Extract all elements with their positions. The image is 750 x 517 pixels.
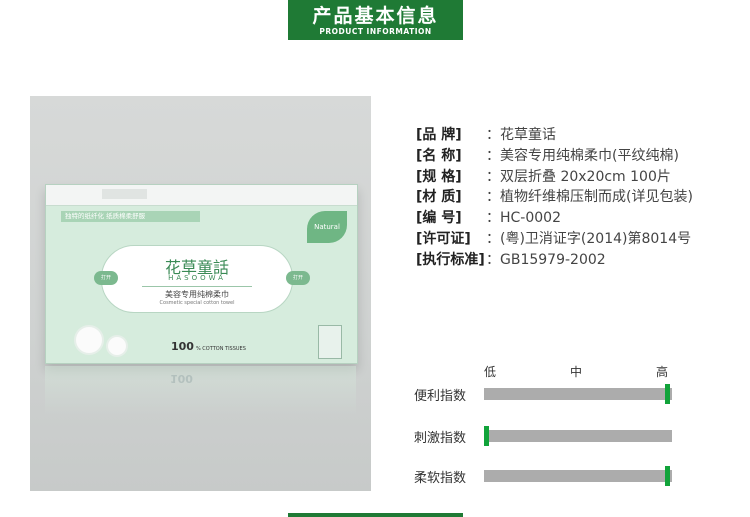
spec-row-size: [规 格] ：双层折叠 20x20cm 100片 <box>416 168 671 185</box>
spec-row-material: [材 质] ：植物纤维棉压制而成(详见包装) <box>416 189 693 206</box>
product-name-cn: 美容专用纯棉柔巾 <box>165 290 229 299</box>
index-marker-convenience <box>665 384 670 404</box>
spec-list: [品 牌] ：花草童话 [名 称] ：美容专用纯棉柔巾(平纹纯棉) [规 格] ：双层… <box>416 125 693 271</box>
index-marker-softness <box>665 466 670 486</box>
spec-row-standard: [执行标准]：GB15979-2002 <box>416 251 606 268</box>
section-header-banner: 产品基本信息 PRODUCT INFORMATION <box>288 0 463 40</box>
box-reflection: 100 <box>45 366 356 416</box>
spec-row-brand: [品 牌] ：花草童话 <box>416 127 556 143</box>
index-bar-convenience <box>484 388 672 400</box>
box-top-flap <box>46 185 357 206</box>
section-subtitle: PRODUCT INFORMATION <box>319 27 432 36</box>
count-label: 100% COTTON TISSUES <box>171 340 246 353</box>
section-title: 产品基本信息 <box>312 5 439 27</box>
brand-oval: 花草童話 HASOOWA 美容专用纯棉柔巾 Cosmetic special c… <box>101 245 293 313</box>
cotton-icon <box>108 337 126 355</box>
reflected-count: 100 <box>170 372 193 385</box>
open-pill-right: 打开 <box>286 271 310 285</box>
divider <box>142 286 252 287</box>
scale-high: 高 <box>656 365 669 379</box>
box-tag: 独特的纸纤化 纸质棉柔舒服 <box>61 211 200 222</box>
scale-labels: 低 中 高 <box>484 363 674 381</box>
index-bar-softness <box>484 470 672 482</box>
product-photo: 独特的纸纤化 纸质棉柔舒服 Natural 花草童話 HASOOWA 美容专用纯… <box>30 96 371 491</box>
product-name-en: Cosmetic special cotton towel <box>159 300 235 306</box>
open-pill-left: 打开 <box>94 271 118 285</box>
index-label-irritation: 刺激指数 <box>414 431 467 446</box>
brand-pinyin: HASOOWA <box>168 274 226 282</box>
tissue-box: 独特的纸纤化 纸质棉柔舒服 Natural 花草童話 HASOOWA 美容专用纯… <box>45 184 358 364</box>
spec-row-name: [名 称] ：美容专用纯棉柔巾(平纹纯棉) <box>416 147 679 164</box>
spec-row-code: [编 号] ：HC-0002 <box>416 210 561 227</box>
spec-row-license: [许可证] ：(粤)卫消证字(2014)第8014号 <box>416 230 692 247</box>
barcode-badge <box>318 325 342 359</box>
index-marker-irritation <box>484 426 489 446</box>
natural-label: Natural <box>307 211 347 243</box>
cotton-icon <box>76 327 102 353</box>
index-label-softness: 柔软指数 <box>414 471 467 486</box>
scale-mid: 中 <box>570 365 583 379</box>
index-label-convenience: 便利指数 <box>414 389 467 404</box>
index-bar-irritation <box>484 430 672 442</box>
next-section-banner-edge <box>288 513 463 517</box>
scale-low: 低 <box>484 365 497 379</box>
